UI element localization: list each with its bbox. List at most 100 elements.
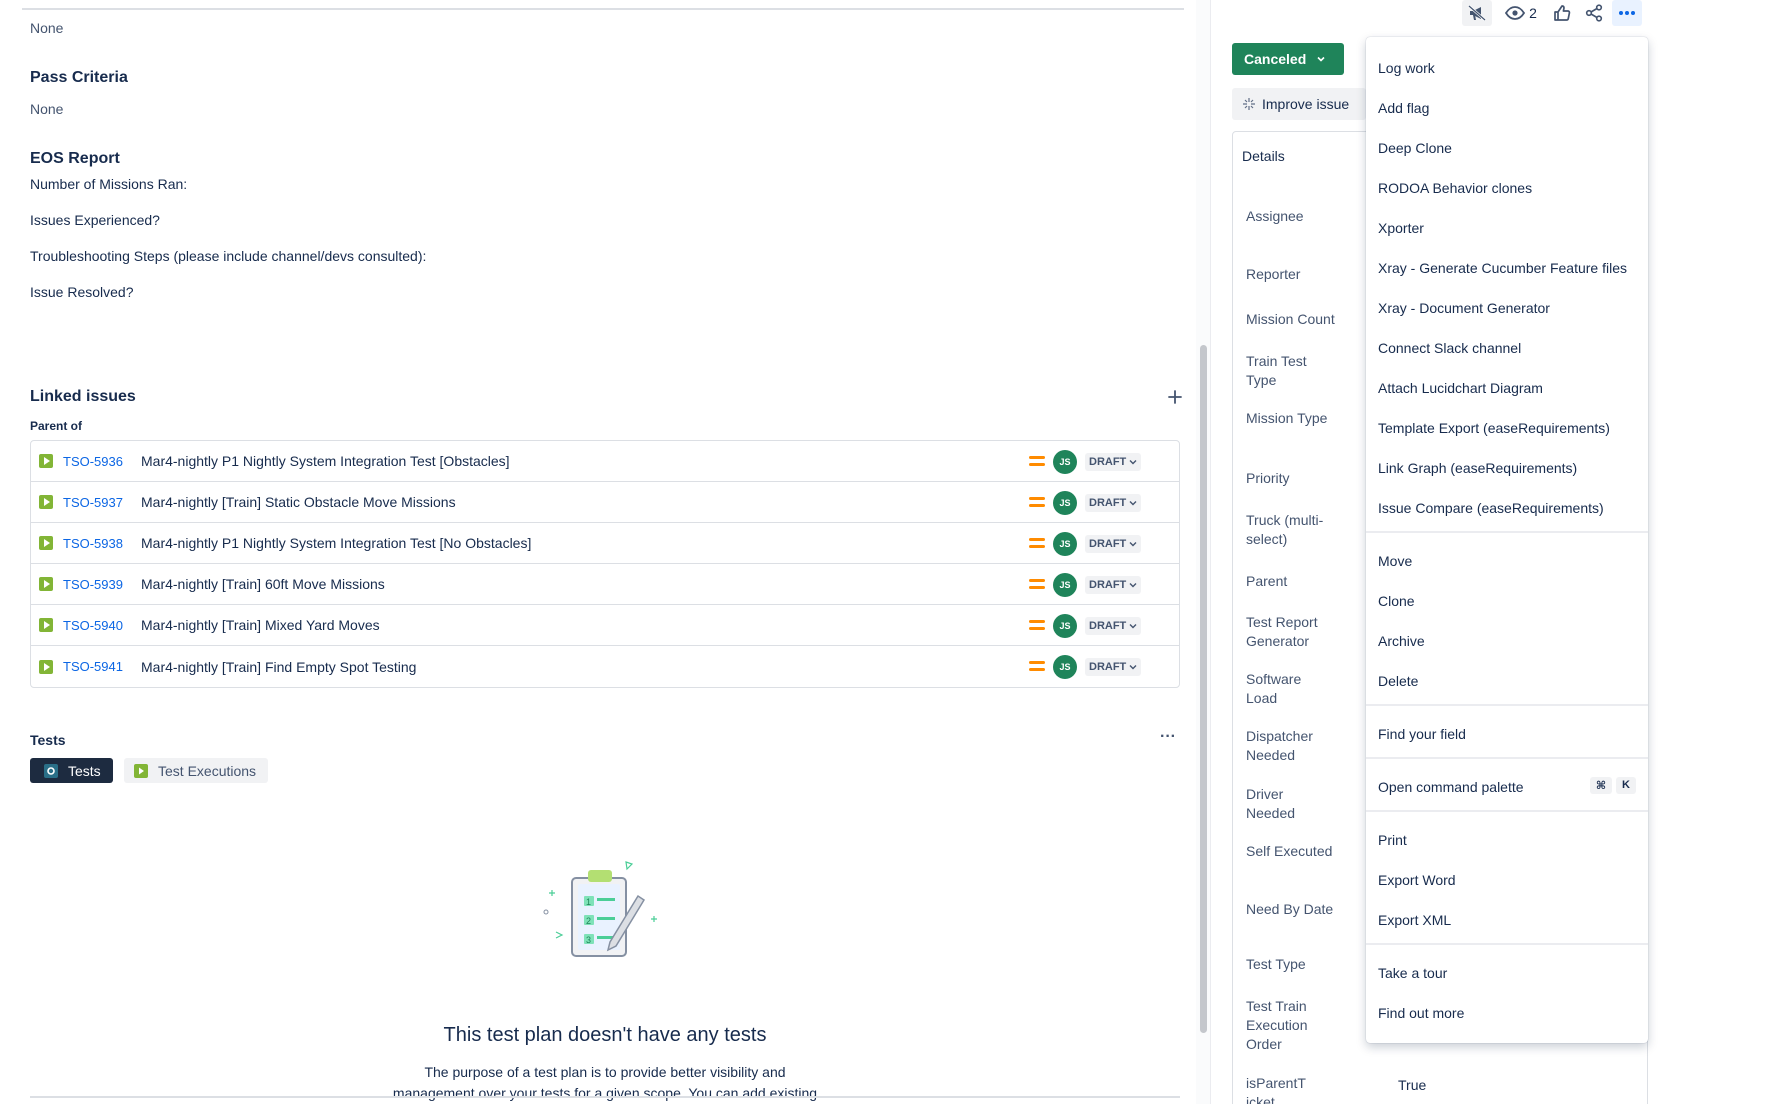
issue-summary[interactable]: Mar4-nightly [Train] Mixed Yard Moves <box>141 617 380 633</box>
avatar[interactable]: JS <box>1053 614 1077 638</box>
field-label-need-by-date: Need By Date <box>1246 901 1334 917</box>
svg-text:2: 2 <box>586 916 591 926</box>
menu-item-print[interactable]: Print <box>1366 820 1648 860</box>
linked-issue-row[interactable]: TSO-5937 Mar4-nightly [Train] Static Obs… <box>31 482 1179 523</box>
status-dropdown[interactable]: DRAFT <box>1085 658 1142 676</box>
field-label-test-type: Test Type <box>1246 956 1306 972</box>
issue-key-link[interactable]: TSO-5939 <box>63 577 133 592</box>
menu-item-export-word[interactable]: Export Word <box>1366 860 1648 900</box>
watchers-button[interactable]: 2 <box>1498 0 1544 26</box>
field-label-test-report-generator: Test Report Generator <box>1246 614 1318 649</box>
menu-item-clone[interactable]: Clone <box>1366 581 1648 621</box>
issue-summary[interactable]: Mar4-nightly [Train] Static Obstacle Mov… <box>141 494 456 510</box>
chevron-down-icon <box>1129 501 1137 506</box>
thumbs-up-icon[interactable] <box>1548 0 1576 26</box>
menu-item-connect-slack[interactable]: Connect Slack channel <box>1366 328 1648 368</box>
avatar[interactable]: JS <box>1053 450 1077 474</box>
priority-medium-icon <box>1029 456 1045 466</box>
menu-item-find-your-field[interactable]: Find your field <box>1366 714 1648 754</box>
avatar[interactable]: JS <box>1053 655 1077 679</box>
avatar[interactable]: JS <box>1053 532 1077 556</box>
status-dropdown[interactable]: DRAFT <box>1085 535 1142 553</box>
empty-state-title: This test plan doesn't have any tests <box>443 1024 767 1046</box>
scrollbar-thumb[interactable] <box>1200 345 1207 1033</box>
menu-item-attach-lucidchart[interactable]: Attach Lucidchart Diagram <box>1366 368 1648 408</box>
share-icon[interactable] <box>1580 0 1608 26</box>
plus-icon[interactable] <box>1166 388 1184 406</box>
menu-separator <box>1366 810 1648 812</box>
chevron-down-icon <box>1129 665 1137 670</box>
chevron-down-icon <box>1129 624 1137 629</box>
watchers-count: 2 <box>1529 5 1537 21</box>
more-options-icon[interactable] <box>1612 0 1642 26</box>
issue-summary[interactable]: Mar4-nightly P1 Nightly System Integrati… <box>141 453 510 469</box>
menu-item-find-out-more[interactable]: Find out more <box>1366 993 1648 1033</box>
menu-item-move[interactable]: Move <box>1366 541 1648 581</box>
more-actions-icon[interactable]: ··· <box>1160 728 1176 746</box>
issue-key-link[interactable]: TSO-5938 <box>63 536 133 551</box>
megaphone-icon[interactable] <box>1462 0 1492 26</box>
field-value: None <box>30 20 64 36</box>
improve-issue-button[interactable]: Improve issue <box>1232 88 1366 120</box>
field-label-test-train-execution-order: Test Train Execution Order <box>1246 998 1308 1052</box>
menu-item-export-xml[interactable]: Export XML <box>1366 900 1648 940</box>
issue-summary[interactable]: Mar4-nightly [Train] 60ft Move Missions <box>141 576 385 592</box>
avatar[interactable]: JS <box>1053 573 1077 597</box>
chevron-down-icon <box>1129 583 1137 588</box>
command-key: ⌘ <box>1589 777 1613 794</box>
menu-item-issue-compare[interactable]: Issue Compare (easeRequirements) <box>1366 488 1648 528</box>
tests-heading: Tests <box>30 732 66 748</box>
status-dropdown[interactable]: DRAFT <box>1085 453 1142 471</box>
issue-key-link[interactable]: TSO-5940 <box>63 618 133 633</box>
linked-issue-row[interactable]: TSO-5939 Mar4-nightly [Train] 60ft Move … <box>31 564 1179 605</box>
tab-tests-label: Tests <box>68 762 101 779</box>
issue-key-link[interactable]: TSO-5936 <box>63 454 133 469</box>
linked-issues-heading: Linked issues <box>30 388 136 405</box>
issue-summary[interactable]: Mar4-nightly [Train] Find Empty Spot Tes… <box>141 659 416 675</box>
more-actions-menu: Log work Add flag Deep Clone RODOA Behav… <box>1366 37 1648 1043</box>
menu-item-open-command-palette[interactable]: Open command palette ⌘ K <box>1366 767 1648 807</box>
linked-issues-table: TSO-5936 Mar4-nightly P1 Nightly System … <box>30 440 1180 688</box>
menu-item-rodoa-behavior-clones[interactable]: RODOA Behavior clones <box>1366 168 1648 208</box>
issue-summary[interactable]: Mar4-nightly P1 Nightly System Integrati… <box>141 535 531 551</box>
field-label-assignee: Assignee <box>1246 208 1304 224</box>
issue-key-link[interactable]: TSO-5937 <box>63 495 133 510</box>
tab-tests[interactable]: Tests <box>30 758 113 783</box>
menu-item-xray-document-generator[interactable]: Xray - Document Generator <box>1366 288 1648 328</box>
status-dropdown[interactable]: DRAFT <box>1085 576 1142 594</box>
issue-key-link[interactable]: TSO-5941 <box>63 659 133 674</box>
status-dropdown[interactable]: DRAFT <box>1085 494 1142 512</box>
menu-item-take-a-tour[interactable]: Take a tour <box>1366 953 1648 993</box>
divider <box>22 8 1184 10</box>
menu-separator <box>1366 757 1648 759</box>
status-transition-button[interactable]: Canceled <box>1232 43 1344 75</box>
menu-item-add-flag[interactable]: Add flag <box>1366 88 1648 128</box>
k-key: K <box>1616 777 1636 794</box>
test-plan-icon <box>39 659 53 674</box>
menu-item-template-export[interactable]: Template Export (easeRequirements) <box>1366 408 1648 448</box>
menu-item-archive[interactable]: Archive <box>1366 621 1648 661</box>
avatar[interactable]: JS <box>1053 491 1077 515</box>
menu-item-delete[interactable]: Delete <box>1366 661 1648 701</box>
linked-issue-row[interactable]: TSO-5938 Mar4-nightly P1 Nightly System … <box>31 523 1179 564</box>
pass-criteria-heading: Pass Criteria <box>30 69 128 86</box>
status-label: DRAFT <box>1089 456 1127 468</box>
menu-item-link-graph[interactable]: Link Graph (easeRequirements) <box>1366 448 1648 488</box>
linked-issue-row[interactable]: TSO-5936 Mar4-nightly P1 Nightly System … <box>31 441 1179 482</box>
field-label-self-executed: Self Executed <box>1246 843 1333 859</box>
menu-item-deep-clone[interactable]: Deep Clone <box>1366 128 1648 168</box>
field-label-train-test-type: Train Test Type <box>1246 353 1307 388</box>
details-heading[interactable]: Details <box>1242 148 1285 164</box>
issue-main-content: None Pass Criteria None EOS Report Numbe… <box>0 0 1196 1104</box>
status-dropdown[interactable]: DRAFT <box>1085 617 1142 635</box>
linked-issue-row[interactable]: TSO-5941 Mar4-nightly [Train] Find Empty… <box>31 646 1179 687</box>
menu-item-xporter[interactable]: Xporter <box>1366 208 1648 248</box>
field-value-is-parent-ticket[interactable]: True <box>1398 1077 1426 1093</box>
tab-test-executions[interactable]: Test Executions <box>124 758 269 783</box>
test-icon <box>44 763 58 778</box>
menu-item-log-work[interactable]: Log work <box>1366 48 1648 88</box>
menu-item-xray-cucumber[interactable]: Xray - Generate Cucumber Feature files <box>1366 248 1648 288</box>
linked-issue-row[interactable]: TSO-5940 Mar4-nightly [Train] Mixed Yard… <box>31 605 1179 646</box>
eos-report-line: Issue Resolved? <box>30 284 134 300</box>
keyboard-shortcut: ⌘ K <box>1589 777 1636 794</box>
